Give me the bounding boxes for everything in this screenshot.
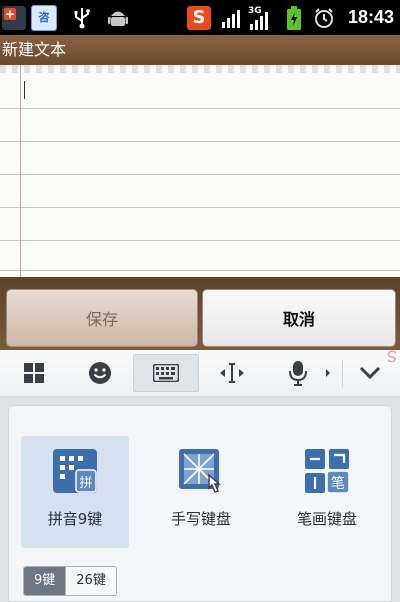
option-pinyin-9[interactable]: 拼 拼音9键 bbox=[21, 436, 129, 548]
layout-26-key-button[interactable]: 26键 bbox=[65, 567, 116, 595]
note-line bbox=[0, 174, 400, 175]
save-button[interactable]: 保存 bbox=[6, 289, 198, 347]
stroke-icon: 笔 bbox=[305, 449, 350, 494]
keyboard-options-card: 拼 拼音9键 手写键盘 笔 笔画键盘 9键 26键 bbox=[8, 405, 392, 602]
page-title: 新建文本 bbox=[2, 40, 67, 59]
option-handwriting[interactable]: 手写键盘 bbox=[147, 436, 255, 548]
collapse-icon[interactable] bbox=[350, 354, 390, 392]
note-line bbox=[0, 207, 400, 208]
battery-charging-icon bbox=[282, 0, 306, 35]
toolbar-divider bbox=[342, 360, 343, 388]
signal-icon bbox=[218, 0, 244, 35]
note-line bbox=[0, 270, 400, 271]
alarm-icon bbox=[310, 0, 338, 35]
signal-3g-icon: 3G bbox=[246, 0, 276, 35]
cursor-move-icon[interactable] bbox=[212, 354, 252, 392]
sogou-badge-text: S bbox=[187, 5, 211, 30]
note-line bbox=[0, 240, 400, 241]
android-debug-icon bbox=[104, 0, 132, 35]
status-time: 18:43 bbox=[347, 7, 395, 27]
ime-toolbar bbox=[0, 350, 400, 397]
option-label: 拼音9键 bbox=[47, 510, 103, 528]
note-text-area[interactable] bbox=[0, 65, 400, 277]
grid-icon[interactable] bbox=[14, 354, 54, 392]
option-stroke[interactable]: 笔 笔画键盘 bbox=[273, 436, 381, 548]
keyboard-type-panel: 拼 拼音9键 手写键盘 笔 笔画键盘 9键 26键 bbox=[0, 397, 400, 602]
app-notification-icon[interactable]: + bbox=[0, 0, 28, 35]
app-notification-icon[interactable]: 咨 bbox=[30, 0, 58, 35]
text-cursor bbox=[24, 81, 25, 99]
pinyin-9-icon: 拼 bbox=[53, 449, 97, 493]
note-line bbox=[0, 108, 400, 109]
sogou-input-icon: S bbox=[184, 0, 214, 35]
option-label: 笔画键盘 bbox=[296, 510, 357, 528]
paper-holes bbox=[0, 65, 400, 73]
pinyin-icon-char: 拼 bbox=[79, 476, 92, 491]
option-label: 手写键盘 bbox=[170, 510, 231, 528]
layout-9-key-button[interactable]: 9键 bbox=[24, 567, 66, 595]
status-bar: + 咨 S 3G 18:43 bbox=[0, 0, 400, 35]
network-type-label: 3G bbox=[248, 6, 262, 16]
usb-icon bbox=[68, 0, 96, 35]
action-bar: 保存 取消 bbox=[0, 277, 400, 350]
emoji-icon[interactable] bbox=[80, 354, 120, 392]
app-badge-text: 咨 bbox=[31, 4, 57, 31]
app-badge-text: + bbox=[4, 6, 16, 21]
handwriting-icon bbox=[179, 449, 221, 493]
note-margin-line bbox=[20, 65, 21, 277]
cancel-button[interactable]: 取消 bbox=[202, 289, 396, 347]
stroke-icon-char: 笔 bbox=[331, 476, 345, 492]
title-bar: 新建文本 bbox=[0, 35, 400, 65]
layout-toggle: 9键 26键 bbox=[23, 566, 117, 596]
sogou-logo-icon bbox=[386, 350, 398, 365]
note-line bbox=[0, 141, 400, 142]
microphone-icon[interactable] bbox=[278, 354, 318, 392]
more-arrow-icon[interactable] bbox=[322, 354, 334, 392]
keyboard-icon[interactable] bbox=[133, 354, 199, 392]
